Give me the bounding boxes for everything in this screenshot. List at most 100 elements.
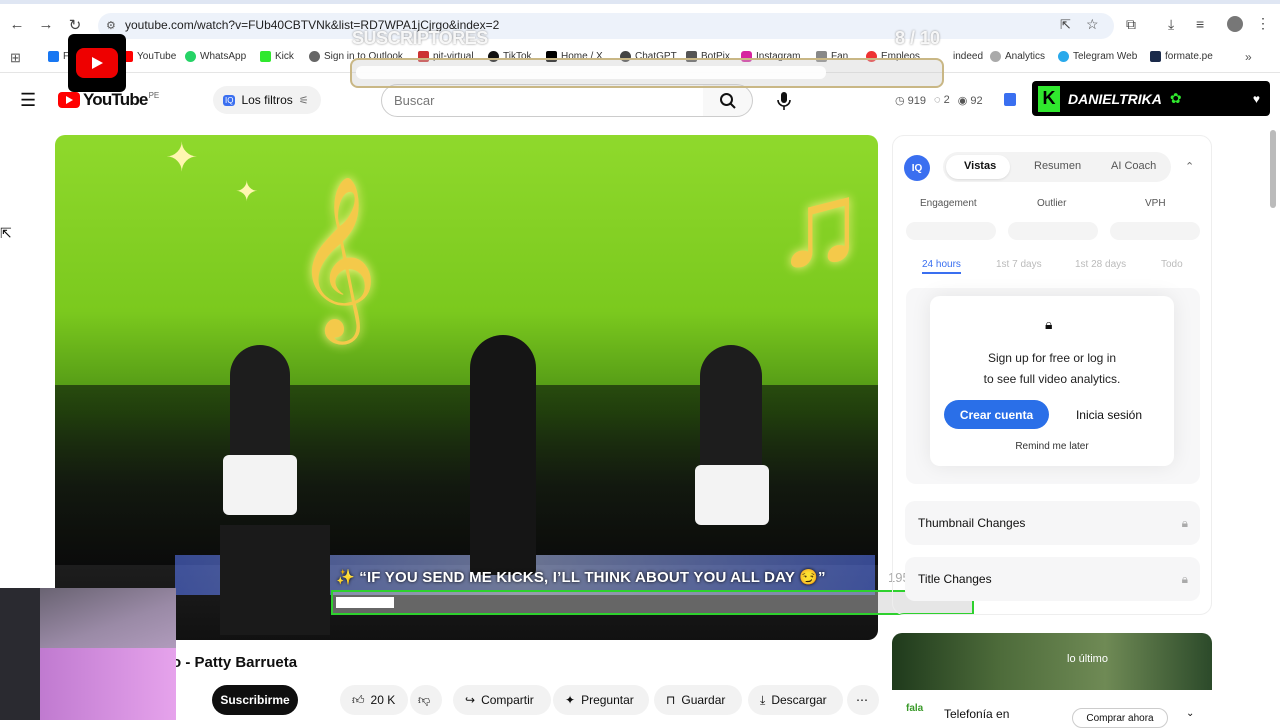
performer-skirt	[695, 465, 769, 525]
thumbs-up-icon: 👍︎	[352, 692, 365, 707]
voice-search-button[interactable]	[770, 84, 798, 117]
play-icon	[76, 48, 118, 78]
dislike-button[interactable]: 👎︎	[410, 685, 442, 715]
star-decoration: ✦	[235, 176, 259, 207]
thumbs-down-icon: 👎︎	[418, 692, 431, 707]
video-stats: ◷ 919 ◌ 2 ◉ 92	[895, 94, 983, 107]
kick-caption: ✨ “IF YOU SEND ME KICKS, I’LL THINK ABOU…	[336, 569, 826, 586]
ad-logo: fala	[906, 703, 924, 714]
youtube-play-icon	[58, 92, 80, 108]
forward-icon[interactable]: →	[37, 16, 55, 33]
hamburger-menu-icon[interactable]: ☰	[20, 90, 36, 111]
kick-logo-icon: K	[1038, 85, 1060, 112]
tab-resumen[interactable]: Resumen	[1034, 160, 1081, 172]
download-icon[interactable]: ⤓	[1168, 16, 1174, 33]
sliders-icon: ⚟	[298, 94, 309, 107]
collapse-chevron-icon[interactable]: ⌃	[1185, 160, 1194, 173]
metric-vph: VPH	[1145, 198, 1166, 209]
login-button[interactable]: Inicia sesión	[1060, 400, 1158, 429]
range-24h[interactable]: 24 hours	[922, 259, 961, 274]
ask-button[interactable]: ✦ Preguntar	[553, 685, 649, 715]
performer	[470, 335, 536, 575]
search-icon	[719, 92, 736, 109]
kick-username-badge: K DANIELTRIKA ✿ ♥	[1032, 81, 1270, 116]
subscribe-button[interactable]: Suscribirme	[212, 685, 298, 715]
share-button[interactable]: ↪ Compartir	[453, 685, 551, 715]
menu-icon[interactable]: ⋮	[1256, 15, 1270, 32]
youtube-logo[interactable]: YouTube PE	[58, 90, 159, 110]
signup-line-1: Sign up for free or log in	[987, 351, 1117, 365]
page-scrollbar[interactable]	[1270, 130, 1276, 208]
bookmark-facebook[interactable]: F	[48, 51, 69, 62]
remind-later-link[interactable]: Remind me later	[930, 441, 1174, 452]
bookmark-youtube[interactable]: YouTube	[122, 51, 176, 62]
search-input[interactable]: Buscar	[381, 84, 704, 117]
webcam-overlay	[0, 588, 176, 720]
webcam-dark-area	[0, 588, 40, 720]
back-icon[interactable]: ←	[8, 16, 26, 33]
metric-value-blurred	[1110, 222, 1200, 240]
more-actions-button[interactable]: ⋯	[847, 685, 879, 715]
site-info-icon[interactable]: ⚙	[106, 19, 116, 32]
bookmark-telegram[interactable]: Telegram Web	[1058, 51, 1137, 62]
ad-brand: lo último	[1067, 653, 1108, 665]
subscribers-goal-fill	[356, 66, 826, 79]
youtube-overlay-logo	[68, 34, 126, 92]
media-icon[interactable]: ≡	[1196, 16, 1204, 32]
comments-stat: ◌ 2	[934, 94, 950, 106]
bookmark-indeed[interactable]: indeed	[938, 51, 983, 62]
more-horizontal-icon: ⋯	[856, 693, 868, 707]
install-icon[interactable]: ⇱	[1060, 17, 1071, 33]
more-bookmarks-icon[interactable]: »	[1245, 50, 1252, 64]
lock-icon: 🔒︎	[1045, 316, 1053, 332]
ad-chevron-icon[interactable]: ⌄	[1186, 708, 1194, 719]
filters-button[interactable]: IQ Los filtros ⚟	[213, 86, 321, 114]
save-button[interactable]: ⊓ Guardar	[654, 685, 742, 715]
lock-icon: 🔒︎	[1181, 515, 1188, 530]
bookmark-icon: ⊓	[666, 693, 676, 707]
heart-icon: ♥	[1252, 91, 1260, 106]
signup-line-2: to see full video analytics.	[983, 372, 1121, 386]
lock-icon: 🔒︎	[1181, 571, 1188, 586]
subscribers-goal-count: 8 / 10	[895, 28, 941, 48]
thumbnail-changes-row[interactable]: Thumbnail Changes 🔒︎	[905, 501, 1200, 545]
create-account-button[interactable]: Crear cuenta	[944, 400, 1049, 429]
reload-icon[interactable]: ↻	[66, 16, 84, 34]
search-button[interactable]	[703, 84, 753, 117]
metric-outlier: Outlier	[1037, 198, 1067, 209]
range-7d[interactable]: 1st 7 days	[996, 259, 1042, 270]
treble-clef-decoration: 𝄞	[295, 177, 378, 334]
tab-ai-coach[interactable]: AI Coach	[1111, 160, 1156, 172]
download-button[interactable]: ⤓ Descargar	[748, 685, 843, 715]
views-stat: ◷ 919	[895, 95, 927, 107]
iq-filter-icon: IQ	[223, 94, 236, 106]
title-changes-row[interactable]: Title Changes 🔒︎	[905, 557, 1200, 601]
likes-stat: ◉ 92	[957, 95, 983, 107]
ad-cta-button[interactable]: Comprar ahora	[1072, 708, 1168, 728]
bookmark-analytics[interactable]: Analytics	[990, 51, 1045, 62]
speaker	[220, 525, 330, 635]
like-button[interactable]: 👍︎ 20 K	[340, 685, 408, 715]
iq-toolbar-icon[interactable]	[1004, 93, 1016, 106]
music-note-decoration: ♫	[775, 157, 865, 291]
star-decoration: ✦	[165, 136, 199, 180]
range-28d[interactable]: 1st 28 days	[1075, 259, 1126, 270]
apps-icon[interactable]: ⊞	[10, 50, 21, 66]
bookmark-whatsapp[interactable]: WhatsApp	[185, 51, 246, 62]
extensions-icon[interactable]: ⧉	[1126, 16, 1136, 33]
bookmark-kick[interactable]: Kick	[260, 51, 294, 62]
video-player[interactable]: 𝄞 ♫ ✦ ✦	[55, 135, 878, 640]
range-all[interactable]: Todo	[1161, 259, 1183, 270]
profile-avatar[interactable]	[1227, 16, 1243, 32]
video-title: o - Patty Barrueta	[172, 654, 298, 671]
ad-tagline: Telefonía en	[944, 707, 1010, 721]
kick-goal-bar	[331, 590, 974, 615]
performer-skirt	[223, 455, 297, 515]
bookmark-formate[interactable]: formate.pe	[1150, 51, 1213, 62]
sparkle-icon: ✦	[565, 693, 576, 707]
tab-vistas[interactable]: Vistas	[964, 160, 996, 172]
download-arrow-icon: ⤓	[760, 692, 766, 707]
microphone-icon	[777, 91, 791, 110]
kick-goal-fill	[336, 597, 394, 608]
bookmark-star-icon[interactable]: ☆	[1086, 16, 1099, 33]
